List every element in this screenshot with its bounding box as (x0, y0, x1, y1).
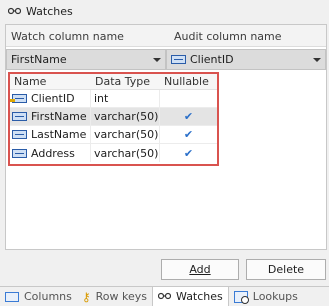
tab-label: Columns (24, 290, 72, 303)
delete-button[interactable]: Delete (246, 259, 326, 280)
lookup-icon (233, 290, 249, 304)
row-nullable: ✔ (183, 146, 194, 160)
table-row[interactable]: ClientID int (10, 90, 217, 108)
row-nullable (160, 90, 217, 107)
audit-column-header: Audit column name (174, 30, 282, 43)
field-icon (12, 130, 27, 139)
table-row[interactable]: FirstName varchar(50) ✔ (10, 108, 217, 126)
tab-watches[interactable]: Watches (152, 287, 229, 306)
column-selectors: FirstName ClientID (6, 49, 326, 70)
field-icon (12, 112, 27, 121)
tab-columns[interactable]: Columns (0, 287, 77, 306)
add-button-label: Add (189, 263, 211, 276)
column-headers: Watch column name Audit column name (6, 25, 326, 47)
table-row[interactable]: Address varchar(50) ✔ (10, 144, 217, 162)
row-name: FirstName (31, 110, 87, 123)
watches-panel: Watch column name Audit column name Firs… (5, 24, 327, 250)
row-nullable: ✔ (183, 110, 194, 123)
row-type: varchar(50) (91, 144, 160, 162)
columns-grid: Name Data Type Nullable ClientID int Fir… (8, 72, 219, 166)
key-field-icon (10, 94, 27, 103)
panel-titlebar: Watches (0, 0, 329, 22)
table-row[interactable]: LastName varchar(50) ✔ (10, 126, 217, 144)
watch-column-header: Watch column name (11, 30, 124, 43)
table-icon (5, 291, 19, 302)
tab-lookups[interactable]: Lookups (229, 287, 303, 306)
bottom-tabbar: Columns ⚷ Row keys Watches Lookups (0, 286, 329, 306)
row-name: Address (31, 146, 75, 160)
row-type: varchar(50) (91, 126, 160, 143)
chevron-down-icon[interactable] (313, 58, 321, 62)
tab-row-keys[interactable]: ⚷ Row keys (77, 287, 152, 306)
delete-button-label: Delete (267, 263, 305, 276)
grid-header-nullable[interactable]: Nullable (160, 74, 217, 89)
row-type: int (91, 90, 160, 107)
tab-label: Lookups (252, 290, 298, 303)
row-name: LastName (31, 128, 87, 141)
row-nullable: ✔ (183, 128, 194, 141)
tab-label: Row keys (95, 290, 148, 303)
key-icon: ⚷ (81, 289, 91, 304)
add-button[interactable]: Add (161, 259, 239, 280)
field-icon (171, 55, 186, 64)
grid-header-type[interactable]: Data Type (91, 74, 160, 89)
row-type: varchar(50) (91, 108, 160, 125)
watch-column-select[interactable]: FirstName (6, 49, 166, 70)
glasses-icon (157, 290, 172, 303)
chevron-down-icon[interactable] (153, 58, 161, 62)
grid-header-name[interactable]: Name (10, 74, 91, 89)
row-name: ClientID (31, 92, 75, 105)
tab-label: Watches (176, 290, 223, 303)
audit-column-select[interactable]: ClientID (166, 49, 326, 70)
watch-column-value: FirstName (11, 53, 67, 66)
grid-header: Name Data Type Nullable (10, 74, 217, 90)
audit-column-value: ClientID (190, 53, 234, 66)
panel-title: Watches (26, 4, 73, 18)
field-icon (12, 148, 27, 158)
glasses-icon (7, 5, 22, 18)
